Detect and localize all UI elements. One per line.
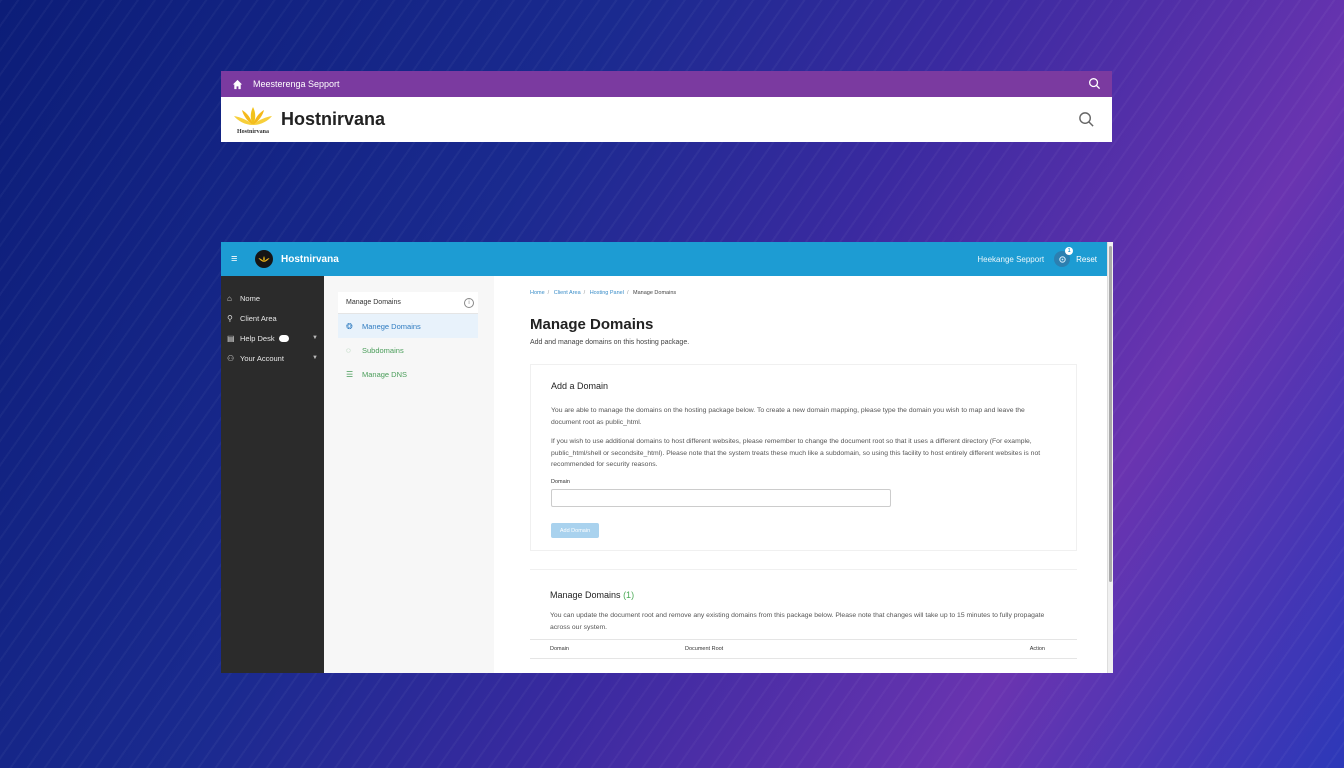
sidebar-item-label: Client Area — [240, 313, 277, 323]
chevron-down-icon[interactable]: ▼ — [312, 355, 318, 361]
domain-count: (1) — [623, 590, 635, 600]
brand-name: Hostnirvana — [281, 109, 386, 129]
top-header: Hostnirvana Hostnirvana — [221, 97, 1112, 142]
list-icon: ☰ — [346, 369, 354, 379]
search-icon[interactable] — [1088, 77, 1102, 91]
sidebar-item-your-account[interactable]: ⚇ Your Account ▼ — [221, 348, 324, 368]
breadcrumb-hosting-panel[interactable]: Hosting Panel — [590, 290, 624, 296]
manage-domains-description: You can update the document root and rem… — [550, 612, 1045, 631]
subnav-item-manage-domains[interactable]: ❂ Manege Domains — [338, 314, 478, 338]
logo-small-text: Hostnirvana — [236, 128, 269, 135]
breadcrumb-current: Manage Domains — [633, 290, 677, 296]
domains-table-header: Domain Document Root Action — [530, 639, 1077, 659]
chevron-down-icon[interactable]: ▼ — [312, 335, 318, 341]
lotus-logo-icon: Hostnirvana — [231, 105, 275, 135]
top-bar-title: Meesterenga Sepport — [253, 79, 340, 89]
add-domain-description: You are able to manage the domains on th… — [551, 407, 1025, 426]
sidebar-item-help-desk[interactable]: ▤ Help Desk ▼ — [221, 328, 324, 348]
user-avatar[interactable]: 1 — [1054, 247, 1074, 267]
home-icon: ⌂ — [227, 293, 232, 303]
subnav-item-label: Manage DNS — [362, 369, 408, 379]
app-logo-icon[interactable] — [255, 250, 273, 268]
scrollbar-thumb[interactable] — [1109, 246, 1112, 582]
notification-badge: 1 — [1065, 247, 1074, 255]
top-window: Meesterenga Sepport Hostnirvana Hostnirv… — [221, 71, 1112, 142]
subnav-item-manage-dns[interactable]: ☰ Manage DNS — [338, 362, 478, 386]
add-domain-heading: Add a Domain — [551, 381, 609, 391]
user-icon: ⚇ — [227, 353, 235, 363]
subnav-item-label: Manege Domains — [362, 321, 421, 331]
subnav-header: Manage Domains i — [338, 292, 478, 314]
subnav-item-subdomains[interactable]: ◌ Subdomains — [338, 338, 478, 362]
page-subtitle: Add and manage domains on this hosting p… — [530, 339, 690, 346]
app-body: ⌂ Nome ⚲ Client Area ▤ Help Desk ▼ ⚇ You… — [221, 276, 1107, 673]
column-domain: Domain — [550, 646, 569, 652]
sidebar-item-label: Help Desk — [240, 333, 275, 343]
manage-domains-card: Manage Domains (1) You can update the do… — [530, 569, 1077, 659]
sidebar-item-home[interactable]: ⌂ Nome — [221, 288, 324, 308]
brand-logo[interactable]: Hostnirvana Hostnirvana — [231, 105, 385, 135]
user-search-icon: ⚲ — [227, 313, 233, 323]
scrollbar[interactable] — [1107, 242, 1113, 673]
page-title: Manage Domains — [530, 316, 654, 333]
breadcrumb-home[interactable]: Home — [530, 290, 545, 296]
reset-link[interactable]: Reset — [1076, 255, 1097, 264]
main-content: Home / Client Area / Hosting Panel / Manage… — [494, 276, 1107, 673]
support-link[interactable]: Heekange Sepport — [977, 255, 1044, 264]
info-icon[interactable]: i — [464, 297, 474, 308]
header-search-icon[interactable] — [1078, 111, 1096, 129]
subdomain-icon: ◌ — [346, 345, 351, 355]
manage-domains-heading-text: Manage Domains — [550, 590, 621, 600]
subnav-item-label: Subdomains — [362, 345, 404, 355]
help-desk-toggle[interactable] — [278, 334, 289, 342]
add-domain-card: Add a Domain You are able to manage the … — [530, 364, 1077, 551]
domain-field-label: Domain — [551, 478, 570, 485]
breadcrumb: Home / Client Area / Hosting Panel / Manage… — [530, 290, 677, 296]
sidebar: ⌂ Nome ⚲ Client Area ▤ Help Desk ▼ ⚇ You… — [221, 276, 324, 673]
top-nav-bar: Meesterenga Sepport — [221, 71, 1112, 97]
app-window: ≡ Hostnirvana Heekange Sepport 1 Reset ⌂… — [221, 242, 1113, 673]
add-domain-note: If you wish to use additional domains to… — [551, 438, 1041, 468]
sidebar-item-label: Your Account — [240, 353, 284, 363]
domain-input[interactable] — [551, 488, 891, 507]
subnav-title: Manage Domains — [346, 299, 401, 306]
app-header: ≡ Hostnirvana Heekange Sepport 1 Reset — [221, 242, 1113, 276]
sub-navigation: Manage Domains i ❂ Manege Domains ◌ Subd… — [324, 276, 494, 673]
column-action: Action — [1029, 646, 1045, 652]
domains-icon: ❂ — [346, 321, 353, 331]
column-document-root: Document Root — [685, 646, 724, 652]
add-domain-button[interactable]: Add Domain — [551, 523, 599, 538]
menu-icon[interactable]: ≡ — [231, 253, 243, 265]
manage-domains-heading: Manage Domains (1) — [550, 590, 1057, 600]
app-brand-name: Hostnirvana — [281, 253, 339, 265]
sidebar-item-client-area[interactable]: ⚲ Client Area — [221, 308, 324, 328]
sidebar-item-label: Nome — [240, 293, 261, 303]
home-icon[interactable] — [231, 78, 243, 90]
breadcrumb-client-area[interactable]: Client Area — [554, 290, 581, 296]
ticket-icon: ▤ — [227, 333, 235, 343]
